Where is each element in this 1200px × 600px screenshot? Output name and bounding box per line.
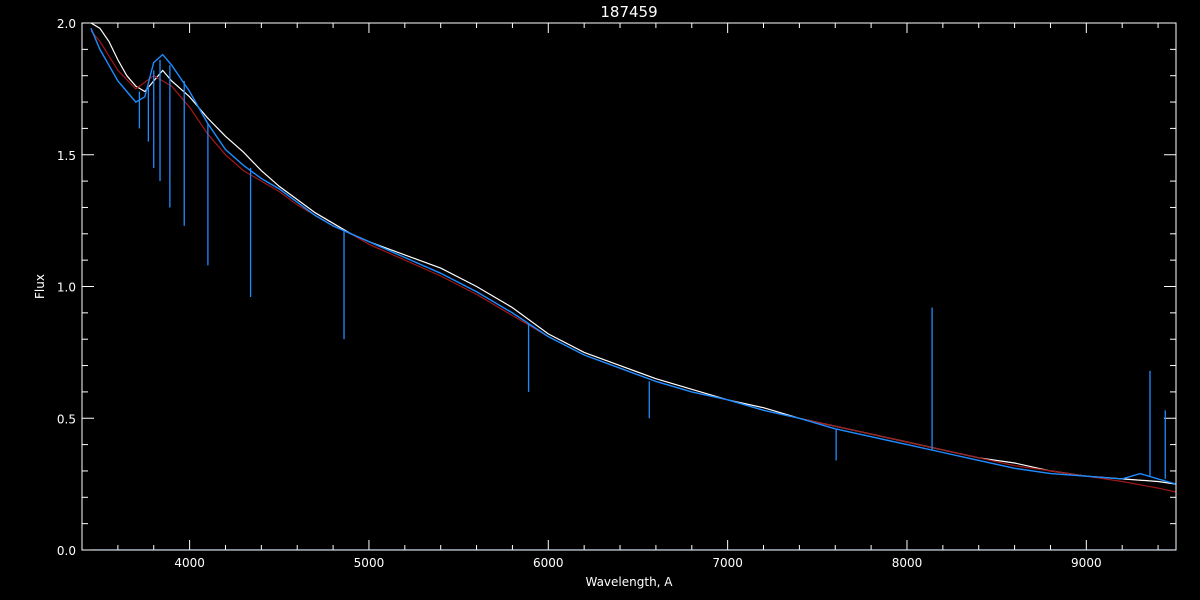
tick-marks — [82, 22, 1176, 551]
blue-spectrum-line — [90, 28, 1176, 485]
x-tick-label: 5000 — [354, 556, 385, 570]
tick-labels: 4000 5000 6000 7000 8000 9000 0.0 0.5 1.0 1.5 2.0 — [57, 17, 1102, 570]
y-tick-label: 2.0 — [57, 17, 76, 31]
chart-title: 187459 — [600, 3, 657, 21]
plot-frame — [81, 22, 1177, 551]
x-tick-label: 6000 — [533, 556, 564, 570]
x-tick-label: 7000 — [712, 556, 743, 570]
x-tick-label: 9000 — [1071, 556, 1102, 570]
red-model-line — [90, 30, 1176, 493]
x-axis-title: Wavelength, A — [585, 575, 673, 589]
spectrum-chart: 4000 5000 6000 7000 8000 90000.00.51.01.52.0 … — [33, 3, 1177, 589]
y-tick-label: 1.5 — [57, 149, 76, 163]
y-axis-title: Flux — [33, 274, 47, 299]
y-tick-label: 0.0 — [57, 544, 76, 558]
y-tick-label: 1.0 — [57, 281, 76, 295]
series-layer — [90, 23, 1176, 550]
x-tick-label: 4000 — [174, 556, 205, 570]
y-tick-label: 0.5 — [57, 412, 76, 426]
white-spectrum-line — [90, 23, 1176, 485]
x-tick-label: 8000 — [892, 556, 923, 570]
